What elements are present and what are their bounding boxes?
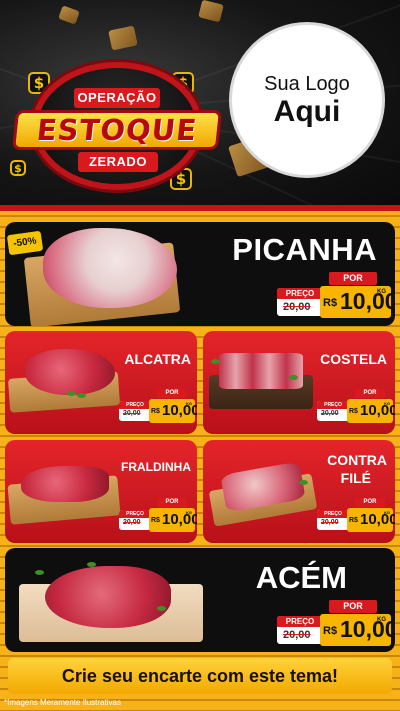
costela-image [219, 353, 303, 389]
preco-label: PREÇO [317, 510, 349, 518]
price-tag: POR PREÇO 20,00 R$ 10,00 KG [119, 389, 197, 423]
badge-top-label: OPERAÇÃO [74, 88, 160, 108]
por-label: POR [329, 272, 377, 285]
product-name: ACÉM [255, 560, 347, 595]
box-icon [198, 0, 224, 23]
badge-main-label: ESTOQUE [11, 110, 223, 150]
old-price: 20,00 [123, 519, 141, 526]
header-banner: $ $ $ $ OPERAÇÃO ESTOQUE ZERADO Sua Logo… [0, 0, 400, 208]
logo-line-2: Aqui [273, 94, 341, 128]
product-card-acem[interactable]: ACÉM POR PREÇO 20,00 R$ 10,00 KG [5, 548, 395, 652]
current-price: R$ 10,00 KG [149, 399, 197, 423]
preco-label: PREÇO [119, 401, 151, 409]
product-card-contra-file[interactable]: CONTRA FILÉ POR PREÇO 20,00 R$ 10,00 KG [203, 440, 395, 543]
old-price: 20,00 [123, 410, 141, 417]
logo-placeholder: Sua Logo Aqui [229, 22, 385, 178]
current-price: R$ 10,00 KG [149, 508, 197, 532]
product-name: PICANHA [232, 232, 377, 267]
current-price: R$ 10,00 KG [320, 614, 395, 646]
divider-bar [0, 205, 400, 211]
por-label: POR [157, 498, 187, 507]
product-card-fraldinha[interactable]: FRALDINHA POR PREÇO 20,00 R$ 10,00 KG [5, 440, 197, 543]
product-name: COSTELA [320, 351, 387, 367]
box-icon [58, 5, 80, 25]
por-label: POR [329, 600, 377, 613]
product-name: ALCATRA [124, 351, 191, 367]
por-label: POR [355, 389, 385, 398]
current-price: R$ 10,00 KG [347, 399, 395, 423]
alcatra-image [25, 349, 115, 395]
product-name-line-2: FILÉ [340, 470, 371, 486]
price-tag: POR PREÇO 20,00 R$ 10,00 KG [277, 600, 395, 648]
logo-line-1: Sua Logo [264, 72, 350, 95]
price-tag: POR PREÇO 20,00 R$ 10,00 KG [317, 498, 395, 532]
badge-bottom-label: ZERADO [78, 152, 158, 172]
cta-banner[interactable]: Crie seu encarte com este tema! [8, 658, 392, 694]
price-tag: POR PREÇO 20,00 R$ 10,00 KG [119, 498, 197, 532]
current-price: R$ 10,00 KG [347, 508, 395, 532]
current-price: R$ 10,00 KG [320, 286, 395, 318]
price-tag: POR PREÇO 20,00 R$ 10,00 KG [277, 272, 395, 320]
product-name: FRALDINHA [121, 460, 191, 474]
acem-image [45, 566, 171, 628]
price-tag: POR PREÇO 20,00 R$ 10,00 KG [317, 389, 395, 423]
por-label: POR [157, 389, 187, 398]
por-label: POR [355, 498, 385, 507]
box-icon [108, 25, 138, 51]
old-price: 20,00 [321, 410, 339, 417]
preco-label: PREÇO [277, 616, 323, 627]
disclaimer-text: *Imagens Meramente Ilustrativas [4, 698, 121, 707]
old-price: 20,00 [283, 629, 311, 641]
preco-label: PREÇO [317, 401, 349, 409]
operacao-estoque-zerado-badge: OPERAÇÃO ESTOQUE ZERADO [11, 62, 223, 190]
picanha-image [43, 228, 177, 308]
product-card-costela[interactable]: COSTELA POR PREÇO 20,00 R$ 10,00 KG [203, 331, 395, 434]
product-name-line-1: CONTRA [327, 452, 387, 468]
preco-label: PREÇO [119, 510, 151, 518]
product-card-alcatra[interactable]: ALCATRA POR PREÇO 20,00 R$ 10,00 KG [5, 331, 197, 434]
old-price: 20,00 [283, 301, 311, 313]
preco-label: PREÇO [277, 288, 323, 299]
product-card-picanha[interactable]: PICANHA POR PREÇO 20,00 R$ 10,00 KG [5, 222, 395, 326]
old-price: 20,00 [321, 519, 339, 526]
